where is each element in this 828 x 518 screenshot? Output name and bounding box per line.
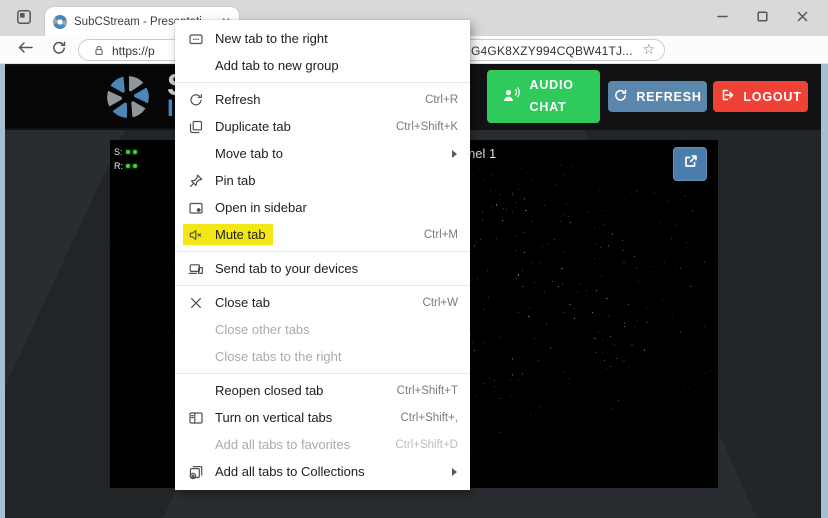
open-stream-new-window-button[interactable] — [673, 147, 707, 181]
open-in-new-icon — [682, 153, 699, 175]
duplicate-icon — [187, 118, 204, 135]
menu-item-send-tab-devices[interactable]: Send tab to your devices — [175, 255, 470, 282]
devices-icon — [187, 260, 204, 277]
menu-item-add-tabs-collections[interactable]: Add all tabs to Collections — [175, 458, 470, 485]
menu-item-refresh[interactable]: Refresh Ctrl+R — [175, 86, 470, 113]
shortcut: Ctrl+Shift+D — [385, 439, 458, 451]
menu-item-add-tab-group[interactable]: Add tab to new group — [175, 52, 470, 79]
audio-person-icon — [502, 86, 530, 107]
sidebar-icon — [187, 199, 204, 216]
menu-item-close-tab[interactable]: Close tab Ctrl+W — [175, 289, 470, 316]
menu-item-duplicate-tab[interactable]: Duplicate tab Ctrl+Shift+K — [175, 113, 470, 140]
menu-separator — [175, 251, 470, 252]
refresh-icon — [51, 40, 67, 61]
menu-item-vertical-tabs[interactable]: Turn on vertical tabs Ctrl+Shift+, — [175, 404, 470, 431]
menu-separator — [175, 285, 470, 286]
menu-item-add-tabs-favorites: Add all tabs to favorites Ctrl+Shift+D — [175, 431, 470, 458]
menu-separator — [175, 82, 470, 83]
maximize-button[interactable] — [742, 0, 782, 36]
shortcut: Ctrl+W — [413, 297, 458, 309]
menu-item-open-in-sidebar[interactable]: Open in sidebar — [175, 194, 470, 221]
mute-icon — [187, 226, 204, 243]
status-dot — [133, 150, 137, 154]
tab-actions-icon — [16, 9, 32, 30]
subc-favicon — [53, 15, 67, 29]
back-button[interactable] — [14, 40, 36, 60]
menu-item-move-tab-to[interactable]: Move tab to — [175, 140, 470, 167]
logout-button[interactable]: LOGOUT — [713, 81, 808, 112]
audio-chat-button[interactable]: AUDIO CHAT — [487, 70, 600, 123]
logout-icon — [719, 87, 743, 106]
shortcut: Ctrl+Shift+K — [386, 121, 458, 133]
maximize-icon — [757, 9, 768, 27]
audio-chat-label: AUDIO CHAT — [530, 75, 586, 118]
menu-item-pin-tab[interactable]: Pin tab — [175, 167, 470, 194]
stream-refresh-button[interactable]: REFRESH — [608, 81, 707, 112]
stream-refresh-label: REFRESH — [636, 90, 701, 104]
menu-item-close-tabs-right: Close tabs to the right — [175, 343, 470, 370]
url-prefix: https://p — [112, 44, 155, 58]
aperture-icon — [103, 72, 153, 127]
status-row-r: R: — [114, 159, 137, 173]
favorite-star-icon[interactable]: ☆ — [642, 41, 655, 58]
shortcut: Ctrl+R — [415, 94, 458, 106]
refresh-icon — [187, 91, 204, 108]
shortcut: Ctrl+M — [414, 229, 458, 241]
desktop-edge — [821, 64, 828, 518]
vertical-tabs-icon — [187, 409, 204, 426]
close-icon — [797, 9, 808, 27]
refresh-page-button[interactable] — [48, 40, 70, 60]
logout-label: LOGOUT — [743, 90, 801, 104]
close-window-button[interactable] — [782, 0, 822, 36]
status-dot — [126, 164, 130, 168]
shortcut: Ctrl+Shift+T — [387, 385, 458, 397]
tab-context-menu: New tab to the right Add tab to new grou… — [175, 20, 470, 490]
back-arrow-icon — [17, 40, 34, 60]
status-row-s: S: — [114, 145, 137, 159]
window-controls — [702, 0, 822, 36]
tab-actions-button[interactable] — [12, 8, 36, 30]
pin-icon — [187, 172, 204, 189]
menu-item-new-tab-right[interactable]: New tab to the right — [175, 25, 470, 52]
close-icon — [187, 294, 204, 311]
lock-icon — [92, 43, 106, 63]
shortcut: Ctrl+Shift+, — [390, 412, 458, 424]
new-tab-right-icon — [187, 30, 204, 47]
minimize-button[interactable] — [702, 0, 742, 36]
screen: SubCStream - Presentations ✕ htt — [0, 0, 828, 518]
status-dot — [133, 164, 137, 168]
menu-item-close-other-tabs: Close other tabs — [175, 316, 470, 343]
refresh-icon — [613, 88, 636, 106]
minimize-icon — [717, 9, 728, 27]
menu-item-reopen-closed-tab[interactable]: Reopen closed tab Ctrl+Shift+T — [175, 377, 470, 404]
menu-item-mute-tab[interactable]: Mute tab Ctrl+M — [175, 221, 470, 248]
stream-status-overlay: S: R: — [114, 145, 137, 173]
url-text: G4GK8XZY994CQBW41TJ... — [471, 44, 633, 58]
collections-icon — [187, 463, 204, 480]
menu-separator — [175, 373, 470, 374]
status-dot — [126, 150, 130, 154]
